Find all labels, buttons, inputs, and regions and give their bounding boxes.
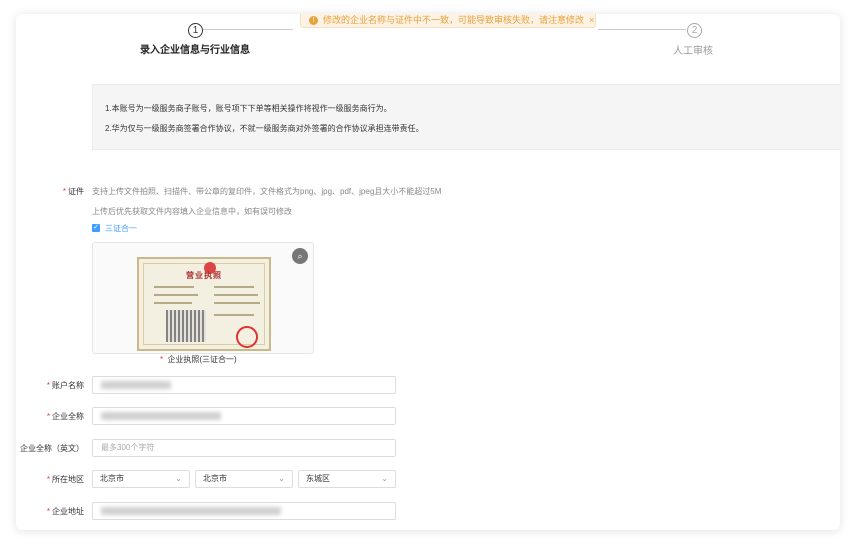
account-name-label: * 账户名称 bbox=[46, 381, 84, 390]
notice-box: 1.本账号为一级服务商子账号，账号项下下单等相关操作将视作一级服务商行为。 2.… bbox=[92, 84, 840, 150]
three-in-one-checkbox[interactable]: ✓ bbox=[92, 224, 100, 232]
warning-icon: ! bbox=[309, 16, 318, 26]
chevron-down-icon: ⌄ bbox=[278, 474, 285, 483]
form-card: 1 2 录入企业信息与行业信息 人工审核 ! 修改的企业名称与证件中不一致，可能导… bbox=[16, 14, 840, 530]
qr-code bbox=[166, 310, 206, 342]
notice-line-2: 2.华为仅与一级服务商签署合作协议，不就一级服务商对外签署的合作协议承担连带责任… bbox=[105, 124, 424, 133]
chevron-down-icon: ⌄ bbox=[175, 474, 182, 483]
notice-line-1: 1.本账号为一级服务商子账号，账号项下下单等相关操作将视作一级服务商行为。 bbox=[105, 104, 392, 113]
license-caption: * 企业执照(三证合一) bbox=[160, 355, 237, 364]
step-connector bbox=[598, 29, 686, 30]
zoom-icon[interactable]: ⌕ bbox=[292, 248, 308, 264]
three-in-one-label[interactable]: 三证合一 bbox=[105, 223, 137, 234]
city-select[interactable]: 北京市 ⌄ bbox=[195, 470, 293, 488]
step-2-label: 人工审核 bbox=[673, 46, 713, 57]
address-label: * 企业地址 bbox=[46, 507, 84, 516]
company-name-input[interactable] bbox=[92, 407, 396, 425]
district-select[interactable]: 东城区 ⌄ bbox=[298, 470, 396, 488]
warning-toast: ! 修改的企业名称与证件中不一致，可能导致审核失败，请注意修改 × bbox=[300, 14, 596, 28]
address-input[interactable] bbox=[92, 502, 396, 520]
company-name-en-label: 企业全称（英文） bbox=[20, 444, 84, 453]
certificate-label: * 证件 bbox=[62, 187, 84, 196]
certificate-hint-2: 上传后优先获取文件内容填入企业信息中，如有误可修改 bbox=[92, 207, 292, 216]
license-upload[interactable]: 营业执照 ⌕ bbox=[92, 242, 314, 354]
certificate-hint-1: 支持上传文件拍照、扫描件、带公章的复印件，文件格式为png、jpg、pdf、jp… bbox=[92, 187, 442, 196]
province-select[interactable]: 北京市 ⌄ bbox=[92, 470, 190, 488]
license-title: 营业执照 bbox=[186, 271, 222, 280]
step-2-indicator: 2 bbox=[687, 23, 702, 38]
region-label: * 所在地区 bbox=[46, 475, 84, 484]
step-1-indicator: 1 bbox=[188, 23, 203, 38]
company-name-en-input[interactable]: 最多300个字符 bbox=[92, 439, 396, 457]
step-connector bbox=[203, 29, 293, 30]
company-name-label: * 企业全称 bbox=[46, 412, 84, 421]
seal-icon bbox=[236, 326, 258, 348]
license-image: 营业执照 bbox=[137, 257, 271, 351]
close-icon[interactable]: × bbox=[589, 15, 594, 25]
toast-text: 修改的企业名称与证件中不一致，可能导致审核失败，请注意修改 bbox=[323, 15, 585, 25]
step-1-label: 录入企业信息与行业信息 bbox=[140, 45, 250, 56]
account-name-input[interactable] bbox=[92, 376, 396, 394]
chevron-down-icon: ⌄ bbox=[381, 474, 388, 483]
